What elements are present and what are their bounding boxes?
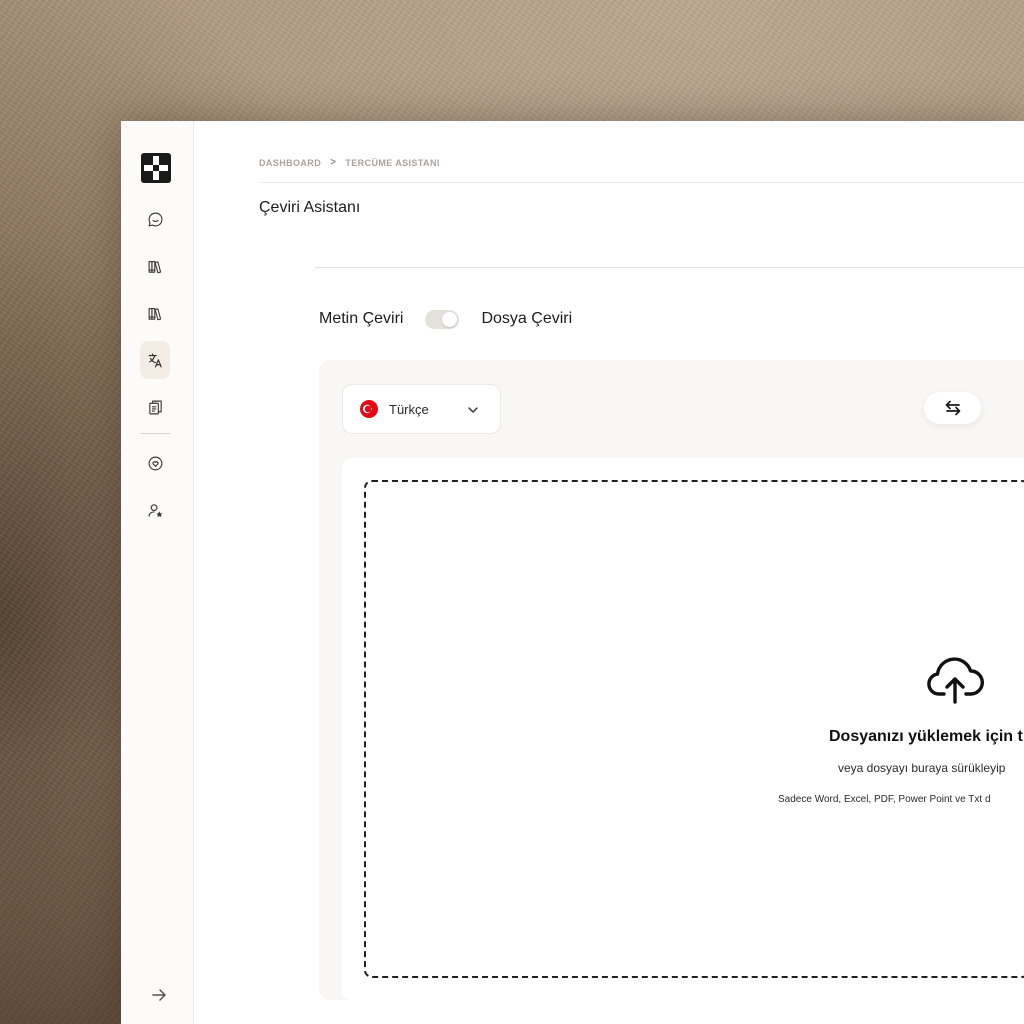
main-content: DASHBOARD > TERCÜME ASISTANI Çeviri Asis… bbox=[193, 121, 1024, 1024]
language-select[interactable]: Türkçe bbox=[342, 384, 501, 434]
collapse-sidebar-button[interactable] bbox=[151, 987, 167, 1003]
mode-switch-row: Metin Çeviri Dosya Çeviri bbox=[319, 308, 572, 330]
sidebar bbox=[121, 121, 194, 1024]
turkey-flag-icon bbox=[360, 400, 378, 418]
sidebar-divider bbox=[140, 433, 170, 434]
upload-title: Dosyanızı yüklemek için t bbox=[829, 728, 1023, 745]
breadcrumb-separator: > bbox=[330, 157, 337, 168]
sidebar-item-library[interactable] bbox=[140, 247, 170, 285]
section-divider bbox=[315, 267, 1024, 268]
cloud-upload-icon bbox=[927, 657, 984, 704]
header-divider bbox=[259, 182, 1024, 183]
library-icon bbox=[148, 260, 161, 273]
documents-icon bbox=[148, 400, 162, 414]
mode-label-text[interactable]: Metin Çeviri bbox=[319, 310, 403, 328]
breadcrumb: DASHBOARD > TERCÜME ASISTANI bbox=[259, 157, 440, 168]
toggle-knob bbox=[442, 311, 458, 327]
heart-chat-icon bbox=[148, 456, 162, 470]
mode-toggle[interactable] bbox=[425, 309, 460, 329]
background-shadow bbox=[0, 760, 121, 1024]
translation-panel: Türkçe Dosyanızı yüklemek için t veya do… bbox=[319, 360, 1024, 1000]
library-icon bbox=[148, 307, 161, 320]
arrow-right-icon bbox=[152, 989, 166, 1001]
breadcrumb-item-dashboard[interactable]: DASHBOARD bbox=[259, 158, 321, 168]
user-star-icon bbox=[148, 503, 162, 517]
sidebar-item-support[interactable] bbox=[140, 444, 170, 482]
language-select-value: Türkçe bbox=[389, 401, 429, 417]
swap-languages-button[interactable] bbox=[924, 392, 981, 424]
swap-arrows-icon bbox=[945, 400, 960, 416]
sidebar-item-profile[interactable] bbox=[140, 491, 170, 529]
mode-label-file[interactable]: Dosya Çeviri bbox=[481, 310, 572, 328]
sidebar-item-library-2[interactable] bbox=[140, 294, 170, 332]
app-window: DASHBOARD > TERCÜME ASISTANI Çeviri Asis… bbox=[121, 121, 1024, 1024]
file-dropzone[interactable]: Dosyanızı yüklemek için t veya dosyayı b… bbox=[364, 480, 1024, 978]
breadcrumb-item-current: TERCÜME ASISTANI bbox=[345, 157, 440, 168]
upload-card: Dosyanızı yüklemek için t veya dosyayı b… bbox=[342, 458, 1024, 1000]
sidebar-item-documents[interactable] bbox=[140, 388, 170, 426]
app-logo[interactable] bbox=[141, 153, 171, 183]
translate-icon bbox=[148, 353, 162, 367]
sidebar-item-chat[interactable] bbox=[140, 200, 170, 238]
upload-file-types-note: Sadece Word, Excel, PDF, Power Point ve … bbox=[778, 794, 991, 805]
chevron-down-icon bbox=[468, 407, 478, 413]
sidebar-item-translate[interactable] bbox=[140, 341, 170, 379]
upload-subtitle: veya dosyayı buraya sürükleyip bbox=[838, 761, 1006, 775]
chat-icon bbox=[148, 212, 162, 226]
page-title: Çeviri Asistanı bbox=[259, 199, 361, 216]
